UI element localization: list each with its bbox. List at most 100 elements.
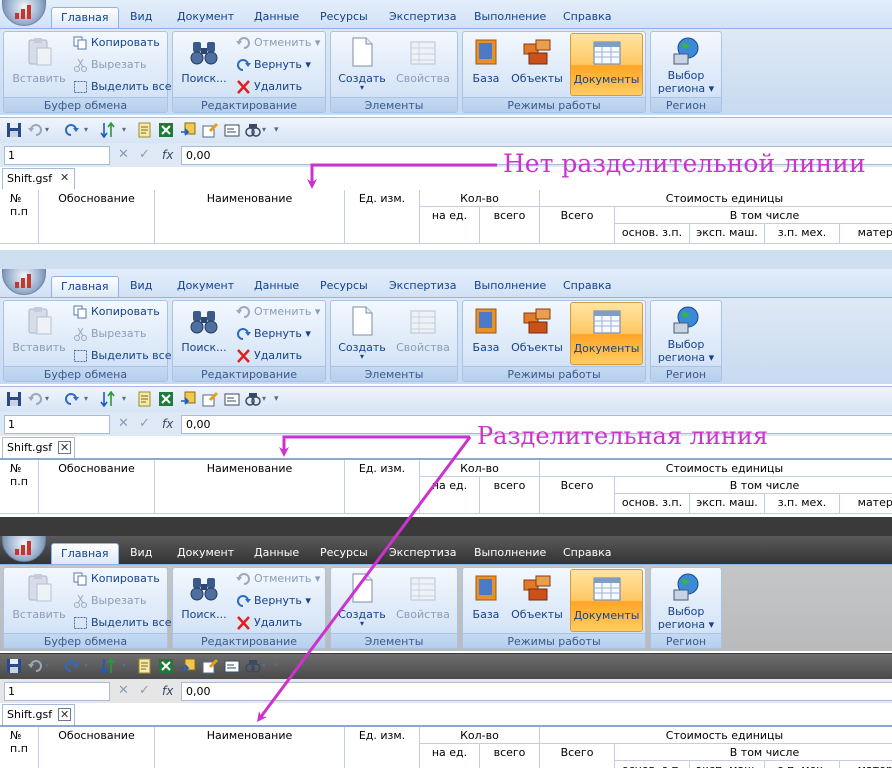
find-replace-icon[interactable] [245, 391, 261, 407]
document-export-icon[interactable] [137, 122, 153, 138]
select-region-button[interactable]: Выбор региона ▾ [657, 36, 715, 95]
undo-icon[interactable] [27, 658, 43, 674]
tab-help[interactable]: Справка [563, 7, 611, 28]
paste-button[interactable]: Вставить [10, 36, 68, 85]
tab-home[interactable]: Главная [51, 7, 119, 28]
sort-dropdown-icon[interactable]: ▾ [122, 122, 138, 138]
undo-dropdown-icon[interactable]: ▾ [45, 658, 61, 674]
app-menu-orb-icon[interactable] [2, 269, 46, 295]
copy-button[interactable]: Копировать [73, 34, 160, 52]
tab-data[interactable]: Данные [254, 7, 299, 28]
undo-button[interactable]: Отменить ▾ [236, 303, 320, 321]
excel-icon[interactable] [158, 391, 174, 407]
tab-view[interactable]: Вид [130, 7, 152, 28]
tab-document[interactable]: Документ [177, 543, 234, 564]
import-icon[interactable] [180, 391, 196, 407]
tab-expertise[interactable]: Экспертиза [389, 543, 456, 564]
redo-icon[interactable] [64, 391, 80, 407]
confirm-edit-icon[interactable]: ✓ [139, 683, 150, 699]
tab-expertise[interactable]: Экспертиза [389, 7, 456, 28]
properties-button[interactable]: Свойства [393, 572, 453, 621]
text-box-icon[interactable] [224, 122, 240, 138]
cut-button[interactable]: Вырезать [73, 592, 146, 610]
tab-document[interactable]: Документ [177, 7, 234, 28]
undo-dropdown-icon[interactable]: ▾ [45, 122, 61, 138]
redo-icon[interactable] [64, 122, 80, 138]
sort-icon[interactable] [100, 122, 116, 138]
sort-dropdown-icon[interactable]: ▾ [122, 391, 138, 407]
objects-button[interactable]: Объекты [511, 36, 563, 85]
import-icon[interactable] [180, 658, 196, 674]
redo-button[interactable]: Вернуть ▾ [236, 325, 311, 343]
tab-home[interactable]: Главная [51, 276, 119, 297]
select-region-button[interactable]: Выбор региона ▾ [657, 305, 715, 364]
document-export-icon[interactable] [137, 658, 153, 674]
edit-note-icon[interactable] [202, 391, 218, 407]
confirm-edit-icon[interactable]: ✓ [139, 147, 150, 163]
redo-dropdown-icon[interactable]: ▾ [84, 391, 100, 407]
tab-help[interactable]: Справка [563, 543, 611, 564]
document-tab[interactable]: Shift.gsf ✕ [2, 168, 76, 189]
redo-icon[interactable] [64, 658, 80, 674]
excel-icon[interactable] [158, 122, 174, 138]
tab-document[interactable]: Документ [177, 276, 234, 297]
documents-button[interactable]: Документы [570, 569, 643, 632]
cell-reference-input[interactable]: 1 [4, 682, 110, 701]
tab-help[interactable]: Справка [563, 276, 611, 297]
base-button[interactable]: База [467, 36, 505, 85]
undo-button[interactable]: Отменить ▾ [236, 34, 320, 52]
tab-resources[interactable]: Ресурсы [320, 276, 368, 297]
save-icon[interactable] [6, 122, 22, 138]
edit-note-icon[interactable] [202, 122, 218, 138]
delete-button[interactable]: Удалить [236, 614, 302, 632]
cell-reference-input[interactable]: 1 [4, 146, 110, 165]
app-menu-orb-icon[interactable] [2, 536, 46, 562]
formula-value-input[interactable]: 0,00 [181, 682, 892, 701]
documents-button[interactable]: Документы [570, 302, 643, 365]
tab-execution[interactable]: Выполнение [474, 276, 546, 297]
find-button[interactable]: Поиск... [179, 36, 229, 85]
copy-button[interactable]: Копировать [73, 570, 160, 588]
copy-button[interactable]: Копировать [73, 303, 160, 321]
close-tab-icon[interactable]: ✕ [58, 708, 72, 721]
select-region-button[interactable]: Выбор региона ▾ [657, 572, 715, 631]
cancel-edit-icon[interactable]: ✕ [118, 683, 129, 699]
undo-icon[interactable] [27, 122, 43, 138]
document-tab[interactable]: Shift.gsf ✕ [2, 437, 76, 458]
redo-dropdown-icon[interactable]: ▾ [84, 122, 100, 138]
customize-qat-icon[interactable]: ▾ [274, 658, 290, 674]
close-tab-icon[interactable]: ✕ [58, 172, 71, 185]
cut-button[interactable]: Вырезать [73, 325, 146, 343]
text-box-icon[interactable] [224, 658, 240, 674]
tab-data[interactable]: Данные [254, 543, 299, 564]
create-button[interactable]: Создать ▾ [337, 305, 387, 361]
tab-view[interactable]: Вид [130, 276, 152, 297]
find-button[interactable]: Поиск... [179, 572, 229, 621]
tab-data[interactable]: Данные [254, 276, 299, 297]
undo-button[interactable]: Отменить ▾ [236, 570, 320, 588]
tab-execution[interactable]: Выполнение [474, 7, 546, 28]
properties-button[interactable]: Свойства [393, 36, 453, 85]
tab-resources[interactable]: Ресурсы [320, 543, 368, 564]
delete-button[interactable]: Удалить [236, 78, 302, 96]
find-replace-icon[interactable] [245, 658, 261, 674]
paste-button[interactable]: Вставить [10, 305, 68, 354]
delete-button[interactable]: Удалить [236, 347, 302, 365]
function-icon[interactable]: fx [162, 147, 173, 163]
customize-qat-icon[interactable]: ▾ [274, 391, 290, 407]
tab-resources[interactable]: Ресурсы [320, 7, 368, 28]
base-button[interactable]: База [467, 572, 505, 621]
tab-expertise[interactable]: Экспертиза [389, 276, 456, 297]
edit-note-icon[interactable] [202, 658, 218, 674]
create-button[interactable]: Создать ▾ [337, 36, 387, 92]
cancel-edit-icon[interactable]: ✕ [118, 147, 129, 163]
tab-home[interactable]: Главная [51, 543, 119, 564]
document-tab[interactable]: Shift.gsf ✕ [2, 704, 76, 725]
base-button[interactable]: База [467, 305, 505, 354]
create-button[interactable]: Создать ▾ [337, 572, 387, 628]
cut-button[interactable]: Вырезать [73, 56, 146, 74]
properties-button[interactable]: Свойства [393, 305, 453, 354]
save-icon[interactable] [6, 658, 22, 674]
cancel-edit-icon[interactable]: ✕ [118, 416, 129, 432]
confirm-edit-icon[interactable]: ✓ [139, 416, 150, 432]
